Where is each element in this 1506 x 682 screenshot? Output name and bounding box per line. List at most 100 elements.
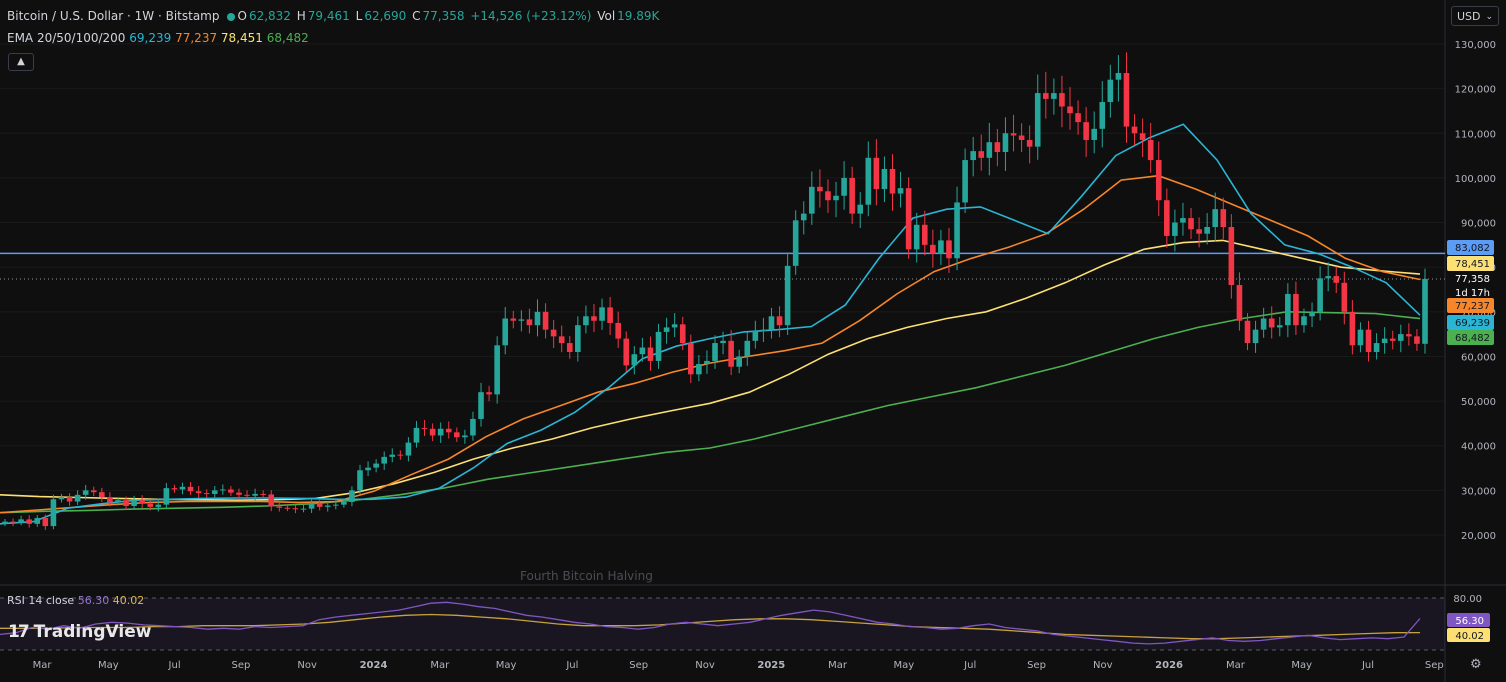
symbol-title[interactable]: Bitcoin / U.S. Dollar · 1W · Bitstamp	[7, 9, 219, 23]
candle-body[interactable]	[1123, 73, 1130, 127]
candle-body[interactable]	[518, 319, 525, 321]
candle-body[interactable]	[1285, 293, 1291, 326]
candle-body[interactable]	[792, 220, 799, 266]
candle-body[interactable]	[655, 331, 662, 361]
candle-body[interactable]	[615, 322, 621, 339]
candle-body[interactable]	[2, 521, 8, 524]
candle-body[interactable]	[74, 494, 81, 502]
candle-body[interactable]	[986, 142, 993, 158]
candle-body[interactable]	[1381, 338, 1388, 344]
rsi-pane[interactable]: 80.0056.3040.02	[0, 594, 1490, 651]
candle-body[interactable]	[817, 186, 823, 192]
candle-body[interactable]	[381, 456, 388, 464]
candle-body[interactable]	[550, 329, 557, 337]
candle-body[interactable]	[1301, 316, 1307, 326]
candle-body[interactable]	[1188, 218, 1194, 230]
candle-body[interactable]	[58, 497, 65, 500]
candle-body[interactable]	[720, 340, 726, 344]
candle-body[interactable]	[542, 311, 549, 330]
candle-body[interactable]	[421, 427, 428, 429]
candle-body[interactable]	[349, 490, 355, 502]
candle-body[interactable]	[631, 354, 638, 366]
candle-body[interactable]	[768, 316, 775, 330]
candle-body[interactable]	[663, 327, 670, 332]
candle-body[interactable]	[962, 160, 968, 203]
candle-body[interactable]	[881, 168, 888, 190]
candle-body[interactable]	[107, 497, 113, 503]
candle-body[interactable]	[99, 492, 105, 498]
candle-body[interactable]	[679, 324, 686, 344]
candle-body[interactable]	[454, 432, 460, 438]
candle-body[interactable]	[736, 356, 743, 367]
candle-body[interactable]	[147, 503, 154, 507]
candle-body[interactable]	[647, 347, 654, 361]
candle-body[interactable]	[82, 490, 89, 495]
candle-body[interactable]	[486, 392, 492, 395]
candle-body[interactable]	[639, 347, 646, 355]
candle-body[interactable]	[1397, 334, 1404, 341]
candle-body[interactable]	[1422, 278, 1428, 344]
candle-body[interactable]	[413, 427, 420, 443]
candle-body[interactable]	[308, 503, 315, 509]
candle-body[interactable]	[1164, 200, 1170, 236]
candle-body[interactable]	[1002, 133, 1009, 153]
candle-body[interactable]	[66, 497, 73, 502]
candle-body[interactable]	[994, 142, 1001, 153]
candle-body[interactable]	[123, 500, 129, 506]
candle-body[interactable]	[1131, 126, 1138, 134]
candle-body[interactable]	[42, 518, 49, 527]
candle-body[interactable]	[494, 345, 500, 395]
candle-body[interactable]	[704, 360, 710, 365]
candle-body[interactable]	[1083, 122, 1089, 140]
candle-body[interactable]	[712, 343, 718, 361]
candle-body[interactable]	[873, 157, 880, 190]
candle-body[interactable]	[1325, 276, 1331, 279]
candle-body[interactable]	[825, 191, 831, 201]
candle-body[interactable]	[889, 168, 896, 194]
candle-body[interactable]	[195, 491, 202, 494]
candle-body[interactable]	[744, 340, 751, 357]
candle-body[interactable]	[760, 329, 767, 332]
candle-body[interactable]	[784, 265, 791, 326]
candle-body[interactable]	[211, 490, 218, 494]
candle-body[interactable]	[445, 428, 452, 433]
candle-body[interactable]	[1365, 329, 1372, 352]
candle-body[interactable]	[316, 503, 323, 507]
candle-body[interactable]	[397, 454, 404, 456]
candle-body[interactable]	[324, 505, 331, 507]
candle-body[interactable]	[566, 343, 573, 352]
candle-body[interactable]	[1204, 227, 1210, 234]
candle-body[interactable]	[978, 151, 985, 158]
candle-body[interactable]	[913, 224, 920, 250]
candle-body[interactable]	[284, 507, 291, 509]
candle-body[interactable]	[1139, 133, 1146, 140]
candle-body[interactable]	[220, 489, 226, 491]
candle-body[interactable]	[187, 486, 194, 492]
rsi-legend[interactable]: RSI 14 close 56.30 40.02	[7, 594, 144, 607]
candle-body[interactable]	[1333, 276, 1340, 283]
candle-body[interactable]	[1091, 128, 1098, 140]
candle-body[interactable]	[921, 224, 928, 245]
candle-body[interactable]	[478, 392, 484, 419]
candle-body[interactable]	[462, 435, 468, 438]
candle-body[interactable]	[1115, 73, 1122, 80]
candle-body[interactable]	[260, 493, 266, 495]
candle-body[interactable]	[946, 240, 952, 259]
candle-body[interactable]	[292, 508, 299, 510]
candle-body[interactable]	[429, 428, 436, 436]
candle-body[interactable]	[1341, 282, 1348, 312]
candle-body[interactable]	[623, 338, 630, 366]
gear-icon[interactable]: ⚙	[1470, 657, 1482, 672]
candle-body[interactable]	[809, 186, 815, 214]
candle-body[interactable]	[696, 364, 702, 375]
candle-body[interactable]	[930, 244, 936, 254]
candle-body[interactable]	[163, 488, 170, 505]
candle-body[interactable]	[1406, 334, 1412, 337]
candle-body[interactable]	[583, 316, 589, 326]
candle-body[interactable]	[203, 493, 210, 495]
candle-body[interactable]	[1180, 218, 1186, 223]
candle-body[interactable]	[34, 518, 41, 524]
candle-body[interactable]	[10, 521, 16, 523]
candle-body[interactable]	[938, 240, 944, 254]
candle-body[interactable]	[155, 504, 162, 507]
